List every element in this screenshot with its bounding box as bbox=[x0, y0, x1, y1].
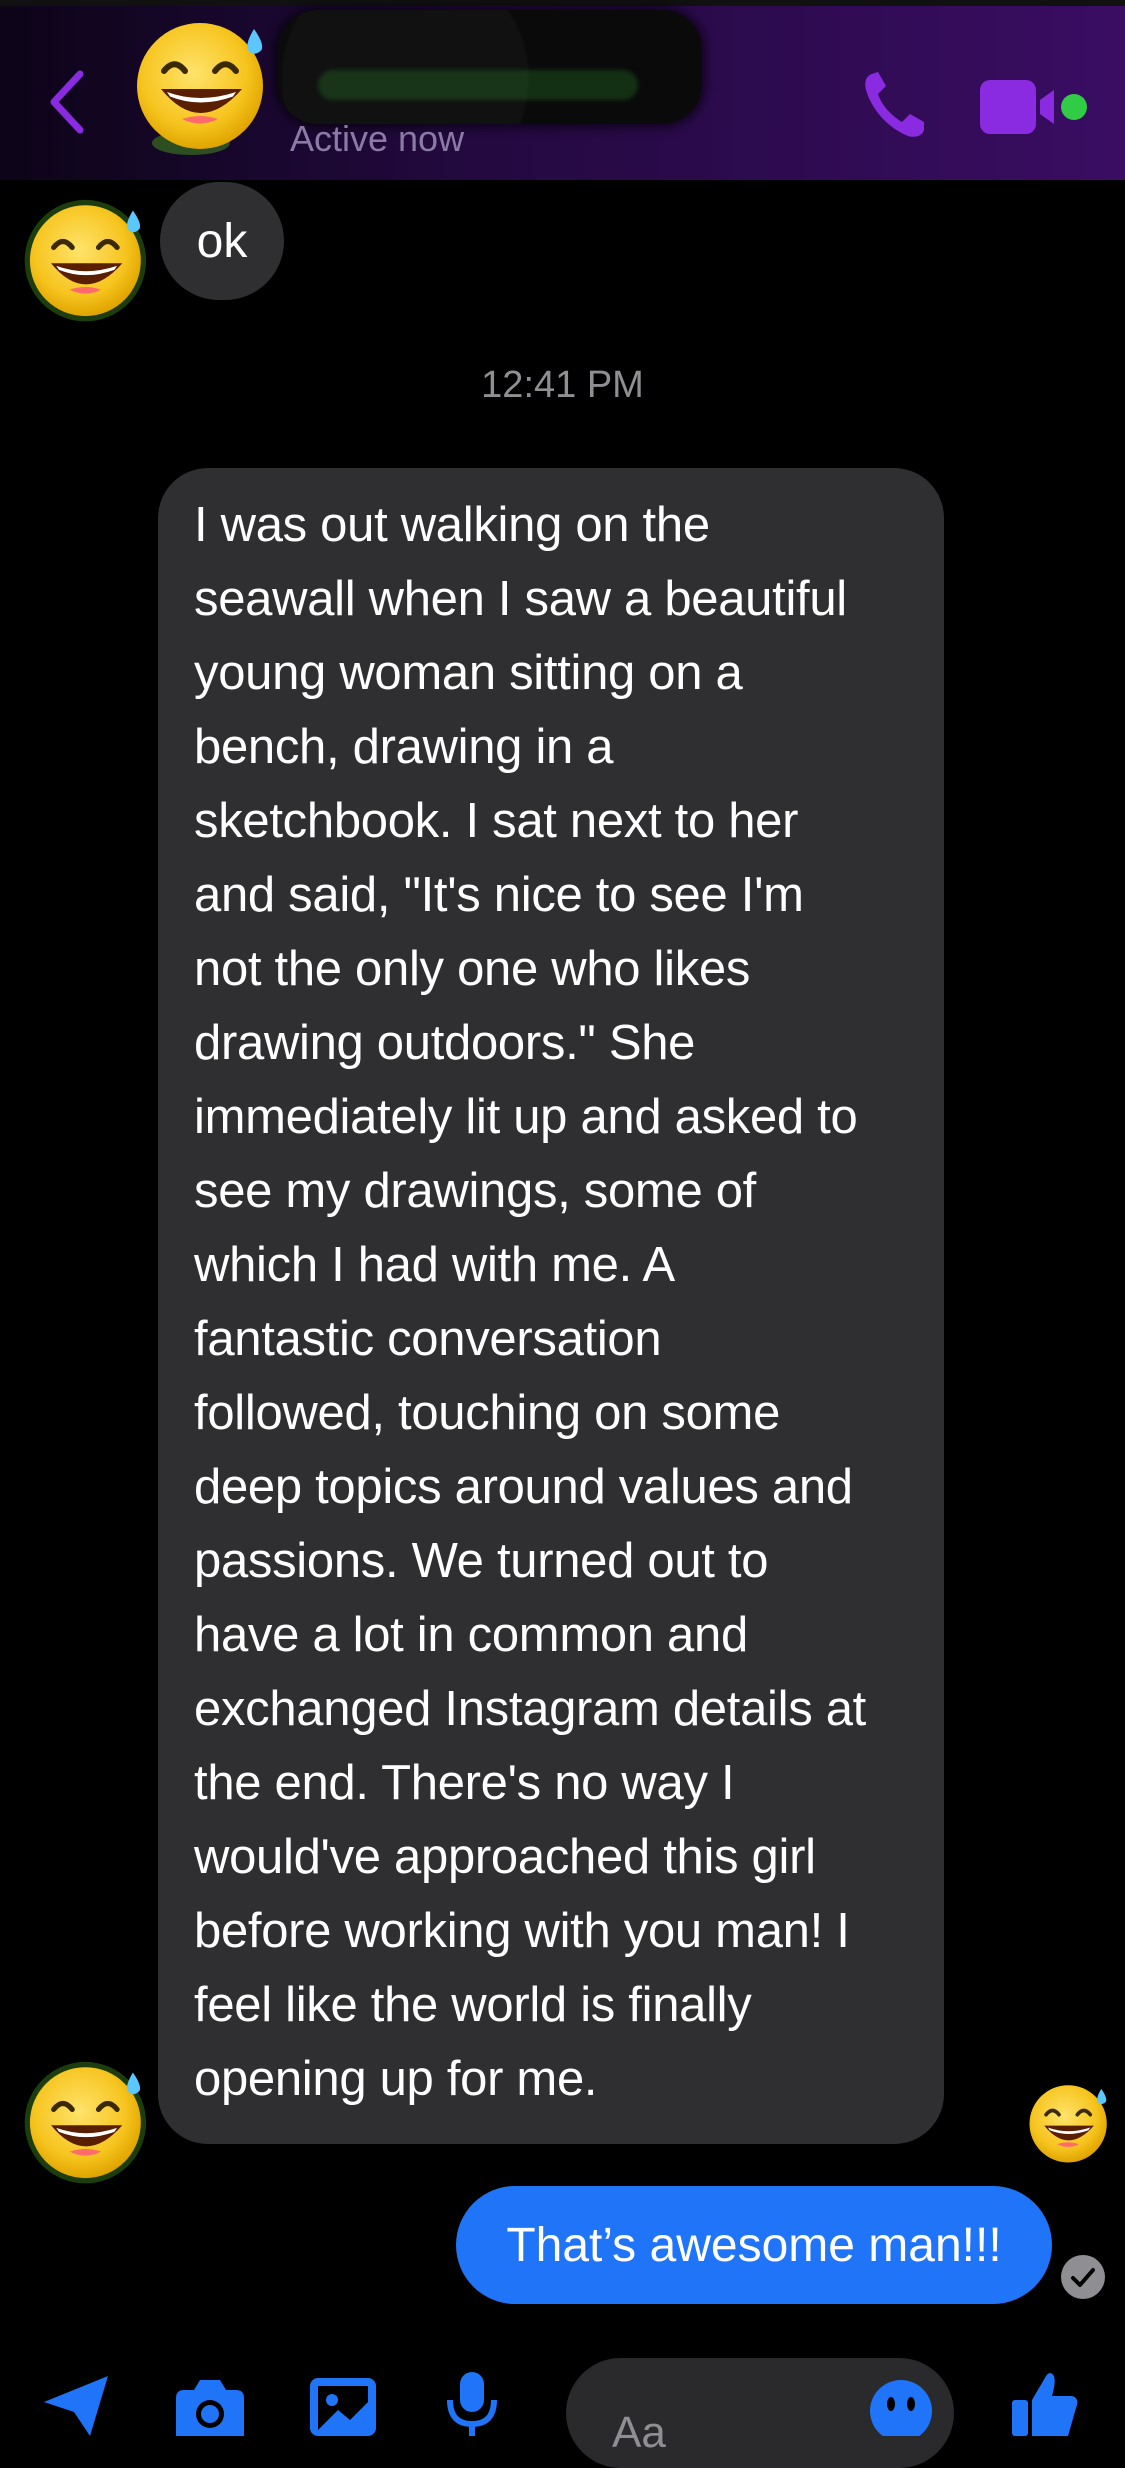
active-status: Active now bbox=[290, 118, 465, 159]
message-text-line: exchanged Instagram details at bbox=[194, 1682, 866, 1736]
status-bar-strip bbox=[0, 0, 1125, 6]
message-text-line: see my drawings, some of bbox=[194, 1164, 756, 1218]
message-text-line: followed, touching on some bbox=[194, 1386, 781, 1440]
message-text-line: passions. We turned out to bbox=[194, 1534, 769, 1588]
back-button[interactable] bbox=[40, 62, 100, 142]
message-timestamp: 12:41 PM bbox=[481, 364, 644, 406]
sender-avatar-emoji-icon[interactable] bbox=[22, 192, 154, 324]
message-text: That’s awesome man!!! bbox=[506, 2218, 1002, 2272]
read-receipt-emoji-icon bbox=[1024, 2076, 1116, 2168]
message-text-line: deep topics around values and bbox=[194, 1460, 853, 1514]
sender-avatar-emoji-icon[interactable] bbox=[22, 2054, 154, 2186]
emoji-icon[interactable] bbox=[868, 2378, 934, 2436]
message-text-line: bench, drawing in a bbox=[194, 720, 614, 774]
contact-name-redacted bbox=[278, 10, 702, 124]
sent-message-bubble[interactable]: That’s awesome man!!! bbox=[456, 2186, 1052, 2304]
video-call-button[interactable] bbox=[978, 76, 1090, 138]
message-text-line: not the only one who likes bbox=[194, 942, 751, 996]
message-text-line: immediately lit up and asked to bbox=[194, 1090, 858, 1144]
message-text-line: drawing outdoors." She bbox=[194, 1016, 696, 1070]
photo-icon[interactable] bbox=[306, 2374, 380, 2436]
message-text-line: the end. There's no way I bbox=[194, 1756, 735, 1810]
phone-icon bbox=[865, 72, 924, 137]
message-text-line: which I had with me. A bbox=[194, 1238, 675, 1292]
message-text-line: have a lot in common and bbox=[194, 1608, 748, 1662]
online-indicator bbox=[1061, 94, 1087, 120]
message-text-line: young woman sitting on a bbox=[194, 646, 743, 700]
delivered-check-icon bbox=[1061, 2255, 1105, 2299]
message-text-line: would've approached this girl bbox=[194, 1830, 816, 1884]
message-text-line: I was out walking on the bbox=[194, 498, 710, 552]
chevron-left-icon bbox=[50, 70, 84, 134]
conversation-header: Active now bbox=[0, 0, 1125, 180]
message-text-line: fantastic conversation bbox=[194, 1312, 662, 1366]
received-message-bubble-long[interactable]: I was out walking on the seawall when I … bbox=[158, 468, 944, 2144]
received-message-bubble[interactable]: ok bbox=[160, 182, 284, 300]
message-text-line: seawall when I saw a beautiful bbox=[194, 572, 847, 626]
audio-call-button[interactable] bbox=[858, 64, 930, 144]
message-text-line: opening up for me. bbox=[194, 2052, 598, 2106]
message-text-line: feel like the world is finally bbox=[194, 1978, 752, 2032]
message-text: ok bbox=[196, 214, 248, 268]
microphone-icon[interactable] bbox=[446, 2370, 498, 2436]
message-text-line: and said, "It's nice to see I'm bbox=[194, 868, 804, 922]
thumbs-up-icon[interactable] bbox=[1010, 2370, 1080, 2436]
camera-icon[interactable] bbox=[170, 2376, 250, 2436]
message-text-line: before working with you man! I bbox=[194, 1904, 850, 1958]
video-camera-icon bbox=[980, 80, 1087, 134]
send-arrow-icon[interactable] bbox=[40, 2374, 112, 2436]
message-text-line: sketchbook. I sat next to her bbox=[194, 794, 799, 848]
contact-avatar-emoji-icon[interactable] bbox=[128, 8, 278, 158]
